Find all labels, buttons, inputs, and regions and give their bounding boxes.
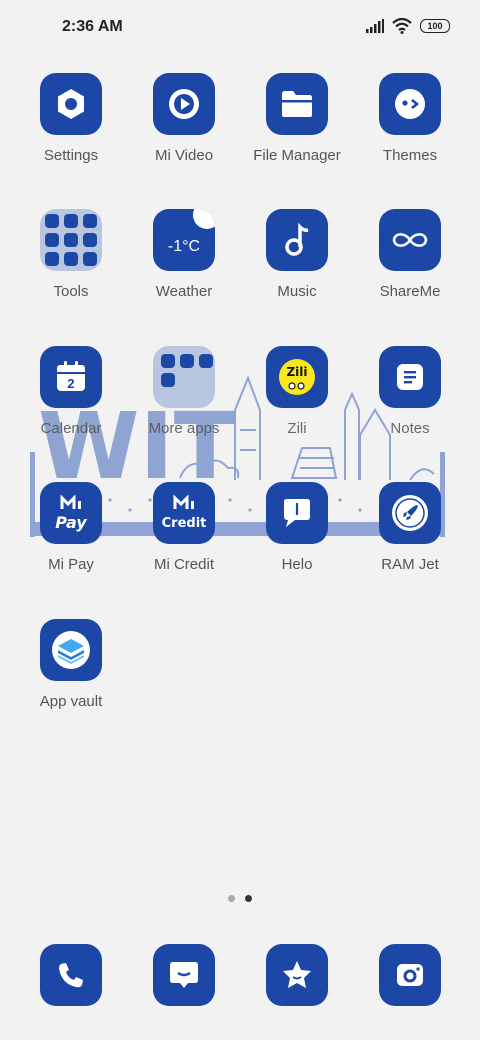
chat-bubble-icon xyxy=(266,482,328,544)
mi-pay-icon: Pay xyxy=(40,482,102,544)
music-note-icon xyxy=(266,209,328,271)
calendar-day: 2 xyxy=(67,376,74,391)
page-dot-1[interactable] xyxy=(228,895,235,902)
notes-icon xyxy=(379,346,441,408)
app-shareme[interactable]: ShareMe xyxy=(354,209,466,300)
mi-pay-label: Mi Pay xyxy=(48,556,94,573)
weather-widget-icon: -1°C xyxy=(153,209,215,271)
app-weather[interactable]: -1°C Weather xyxy=(128,209,240,300)
page-dot-2[interactable] xyxy=(245,895,252,902)
folder-icon xyxy=(266,73,328,135)
settings-app-icon xyxy=(40,73,102,135)
zili-label: Zili xyxy=(287,420,307,437)
status-time: 2:36 AM xyxy=(62,18,123,35)
themes-label: Themes xyxy=(382,147,438,164)
shareme-label: ShareMe xyxy=(379,283,441,300)
dock-phone[interactable] xyxy=(15,944,127,1006)
status-bar: 2:36 AM 100 xyxy=(0,0,480,56)
app-mi-credit[interactable]: Credit Mi Credit xyxy=(128,482,240,573)
app-helo[interactable]: Helo xyxy=(241,482,353,573)
app-vault-label: App vault xyxy=(39,693,103,710)
mi-video-label: Mi Video xyxy=(154,147,214,164)
infinity-icon xyxy=(379,209,441,271)
battery-indicator: 100 xyxy=(420,19,450,33)
app-mi-pay[interactable]: Pay Mi Pay xyxy=(15,482,127,573)
weather-label: Weather xyxy=(155,283,213,300)
more-apps-folder-icon xyxy=(153,346,215,408)
mi-credit-label: Mi Credit xyxy=(153,556,214,573)
app-settings[interactable]: Settings xyxy=(15,73,127,164)
helo-label: Helo xyxy=(281,556,313,573)
themes-face-icon xyxy=(379,73,441,135)
page-indicator[interactable] xyxy=(0,895,480,902)
app-app-vault[interactable]: App vault xyxy=(15,619,127,710)
app-ram-jet[interactable]: RAM Jet xyxy=(354,482,466,573)
star-face-icon xyxy=(266,944,328,1006)
app-calendar[interactable]: 2 Calendar xyxy=(15,346,127,437)
dock-camera[interactable] xyxy=(354,944,466,1006)
app-more-apps-folder[interactable]: More apps xyxy=(128,346,240,437)
camera-icon xyxy=(379,944,441,1006)
music-label: Music xyxy=(277,283,317,300)
app-file-manager[interactable]: File Manager xyxy=(241,73,353,164)
mi-pay-text: Pay xyxy=(55,513,87,532)
calendar-icon: 2 xyxy=(40,346,102,408)
more-apps-label: More apps xyxy=(148,420,220,437)
messages-icon xyxy=(153,944,215,1006)
mi-credit-icon: Credit xyxy=(153,482,215,544)
rocket-icon xyxy=(379,482,441,544)
zili-logo-icon: Zili xyxy=(266,346,328,408)
app-mi-video[interactable]: Mi Video xyxy=(128,73,240,164)
app-zili[interactable]: Zili Zili xyxy=(241,346,353,437)
video-play-icon xyxy=(153,73,215,135)
ram-jet-label: RAM Jet xyxy=(381,556,439,573)
zili-logo-text: Zili xyxy=(286,365,307,379)
notes-label: Notes xyxy=(390,420,430,437)
calendar-label: Calendar xyxy=(40,420,102,437)
app-notes[interactable]: Notes xyxy=(354,346,466,437)
mi-credit-text: Credit xyxy=(162,516,207,531)
signal-icon xyxy=(366,19,384,33)
dock-star-app[interactable] xyxy=(241,944,353,1006)
settings-label: Settings xyxy=(43,147,99,164)
weather-temperature: -1°C xyxy=(167,238,201,255)
app-vault-icon xyxy=(40,619,102,681)
dock-messages[interactable] xyxy=(128,944,240,1006)
wifi-icon xyxy=(392,18,412,34)
phone-icon xyxy=(40,944,102,1006)
tools-label: Tools xyxy=(53,283,89,300)
status-icons: 100 xyxy=(366,18,450,34)
app-tools-folder[interactable]: Tools xyxy=(15,209,127,300)
file-manager-label: File Manager xyxy=(253,147,341,164)
tools-folder-icon xyxy=(40,209,102,271)
app-themes[interactable]: Themes xyxy=(354,73,466,164)
app-music[interactable]: Music xyxy=(241,209,353,300)
